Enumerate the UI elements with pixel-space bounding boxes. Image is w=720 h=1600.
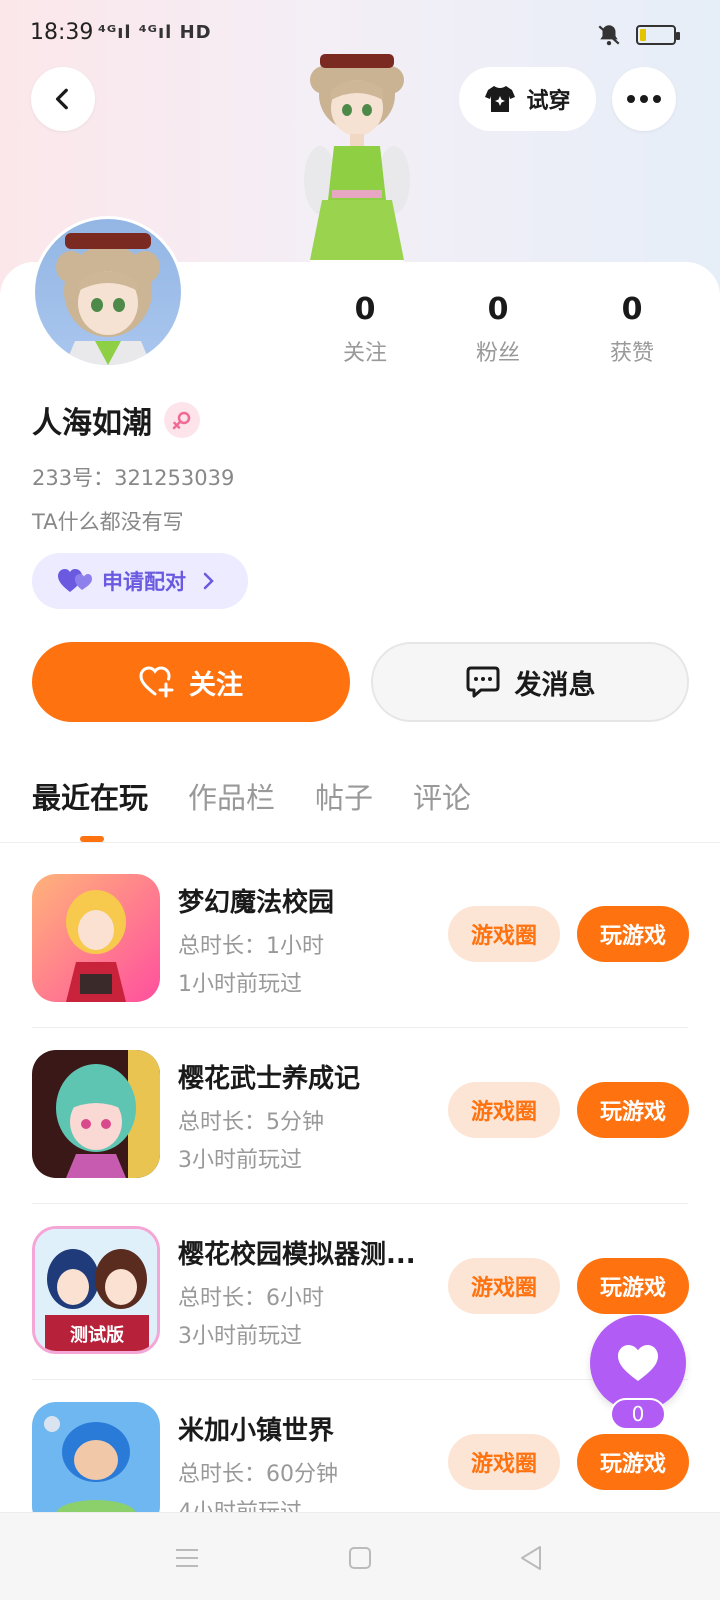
like-count-badge: 0 <box>610 1398 666 1430</box>
back-button[interactable] <box>31 67 95 131</box>
battery-icon <box>636 25 680 45</box>
avatar[interactable] <box>32 216 184 368</box>
more-button[interactable] <box>612 67 676 131</box>
status-time: 18:39 <box>30 20 94 45</box>
menu-icon[interactable] <box>172 1543 202 1573</box>
chevron-left-icon <box>55 88 68 110</box>
play-game-button[interactable]: 玩游戏 <box>577 1434 689 1490</box>
game-icon[interactable] <box>32 1050 160 1178</box>
divider <box>0 842 720 843</box>
system-nav-bar <box>0 1512 720 1600</box>
try-on-button[interactable]: 试穿 <box>459 67 596 131</box>
tab-recent-play[interactable]: 最近在玩 <box>32 775 148 817</box>
stat-value: 0 <box>354 292 376 327</box>
stat-followers[interactable]: 0 粉丝 <box>438 292 558 367</box>
game-icon[interactable]: 测试版 <box>32 1226 160 1354</box>
stat-label: 关注 <box>342 341 387 366</box>
heart-icon <box>618 1345 658 1381</box>
game-circle-button[interactable]: 游戏圈 <box>448 1082 560 1138</box>
like-button[interactable] <box>590 1315 686 1411</box>
send-message-button[interactable]: 发消息 <box>371 642 689 722</box>
apply-pair-button[interactable]: 申请配对 <box>32 553 248 609</box>
game-last-played: 3小时前玩过 <box>178 1148 302 1173</box>
list-item[interactable]: 樱花武士养成记 总时长：5分钟 3小时前玩过 游戏圈 玩游戏 <box>0 1028 720 1204</box>
play-game-button[interactable]: 玩游戏 <box>577 906 689 962</box>
follow-button[interactable]: 关注 <box>32 642 350 722</box>
game-last-played: 1小时前玩过 <box>178 972 302 997</box>
game-title: 樱花校园模拟器测... <box>178 1240 416 1270</box>
game-duration: 总时长：6小时 <box>178 1286 324 1311</box>
game-icon[interactable] <box>32 1402 160 1530</box>
user-id: 233号：321253039 <box>32 466 235 490</box>
tshirt-icon <box>485 86 516 112</box>
follow-label: 关注 <box>189 669 243 701</box>
back-nav-icon[interactable] <box>516 1543 546 1573</box>
list-item[interactable]: 梦幻魔法校园 总时长：1小时 1小时前玩过 游戏圈 玩游戏 <box>0 852 720 1028</box>
game-duration: 总时长：60分钟 <box>178 1462 338 1487</box>
avatar-image <box>56 233 160 365</box>
profile-tabs: 最近在玩 作品栏 帖子 评论 <box>32 775 471 817</box>
game-duration: 总时长：5分钟 <box>178 1110 324 1135</box>
game-last-played: 3小时前玩过 <box>178 1324 302 1349</box>
game-circle-button[interactable]: 游戏圈 <box>448 1434 560 1490</box>
username-row: 人海如潮 <box>32 398 200 442</box>
username: 人海如潮 <box>32 406 152 441</box>
play-game-button[interactable]: 玩游戏 <box>577 1082 689 1138</box>
user-bio: TA什么都没有写 <box>32 510 184 534</box>
stat-value: 0 <box>487 292 509 327</box>
status-icons <box>596 22 680 48</box>
tab-works[interactable]: 作品栏 <box>188 775 275 817</box>
apply-pair-label: 申请配对 <box>102 570 186 594</box>
game-title: 梦幻魔法校园 <box>178 888 335 918</box>
play-game-button[interactable]: 玩游戏 <box>577 1258 689 1314</box>
stat-likes[interactable]: 0 获赞 <box>572 292 692 367</box>
signal-indicator: ⁴ᴳıl ⁴ᴳıl HD <box>98 22 212 43</box>
game-icon[interactable] <box>32 874 160 1002</box>
try-on-label: 试穿 <box>526 89 571 114</box>
tab-comments[interactable]: 评论 <box>413 775 471 817</box>
send-message-label: 发消息 <box>514 669 596 701</box>
game-title: 米加小镇世界 <box>178 1416 335 1446</box>
heart-plus-icon <box>139 666 174 698</box>
chevron-right-icon <box>203 572 214 590</box>
more-icon <box>627 95 661 103</box>
chat-bubble-icon <box>466 666 499 698</box>
tab-posts[interactable]: 帖子 <box>315 775 373 817</box>
avatar-3d-figure <box>304 54 410 270</box>
stat-label: 粉丝 <box>475 341 520 366</box>
test-version-badge: 测试版 <box>70 1324 124 1346</box>
game-title: 樱花武士养成记 <box>178 1064 361 1094</box>
female-icon <box>164 402 200 438</box>
stat-label: 获赞 <box>609 341 654 366</box>
home-icon[interactable] <box>345 1543 375 1573</box>
game-circle-button[interactable]: 游戏圈 <box>448 906 560 962</box>
stat-value: 0 <box>621 292 643 327</box>
mute-icon <box>598 25 620 46</box>
game-circle-button[interactable]: 游戏圈 <box>448 1258 560 1314</box>
game-duration: 总时长：1小时 <box>178 934 324 959</box>
stat-following[interactable]: 0 关注 <box>305 292 425 367</box>
hearts-icon <box>58 569 92 592</box>
